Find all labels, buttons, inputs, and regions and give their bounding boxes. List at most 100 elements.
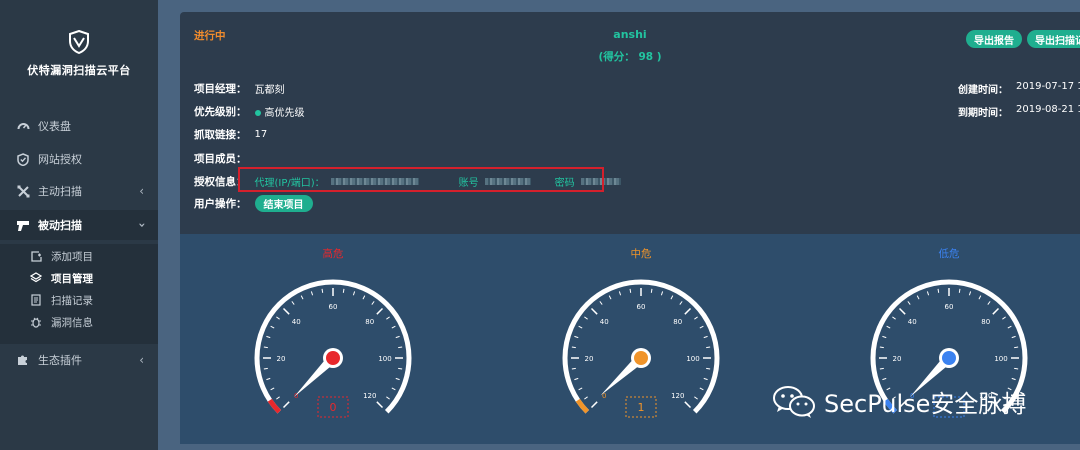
manager-value: 瓦都刻 [254,85,285,96]
members-row: 项目成员： [194,151,247,166]
gauge-title: 低危 [938,248,960,260]
end-project-button[interactable]: 结束项目 [254,195,313,212]
gauge-tick [395,335,400,339]
project-name: anshi [613,28,647,41]
watermark-text: SecPulse安全脉搏 [824,390,1027,418]
gauge-tick [584,316,588,320]
gauge-tick [584,396,588,400]
gauge-tick [276,316,280,320]
gauge-tick [276,396,280,400]
gauge-arc [254,279,412,414]
gauge-tick [578,387,583,391]
gauge-tick [571,367,576,370]
gauge-tick [892,316,896,320]
gauge-tick-label: 20 [585,355,594,363]
sidebar-item-passive-scan[interactable]: 被动扫描 ‹ [0,210,158,240]
gauge-tick-label: 100 [378,355,391,363]
gauge-tick [263,346,268,349]
gauge-tick [706,367,711,370]
links-label: 抓取链接： [194,129,247,141]
created-value: 2019-07-17 10:2 [1016,81,1080,92]
gauge-tick [1011,377,1016,381]
gauge-tick-label: 120 [363,392,376,400]
sidebar-item-active-scan[interactable]: 主动扫描 ‹ [0,176,158,206]
gauge-tick [574,335,579,339]
export-report-button[interactable]: 导出报告 [966,30,1022,48]
expire-label: 到期时间： [958,108,1008,119]
gauge-tick [291,301,295,305]
priority-label: 优先级别： [194,106,247,118]
gauge-tick [1007,325,1012,329]
gauge-tick [376,307,384,315]
gauge-tick [590,401,598,409]
gauge-tick [1014,346,1019,349]
gauge-hub-inner [634,351,648,365]
gauge-tick [398,367,403,370]
gauge-tick-label: 20 [277,355,286,363]
watermark: SecPulse安全脉搏 [772,384,1026,419]
gauge-tick-label: 40 [600,318,609,326]
add-icon [30,250,42,262]
gauge-tick [879,367,884,370]
created-row: 创建时间： 2019-07-17 10:2 [958,81,1080,96]
gauge-tick [699,325,704,329]
logo: 伏特漏洞扫描云平台 [0,30,158,78]
gauge-tick [898,307,906,315]
sidebar-item-plugins[interactable]: 生态插件 ‹ [0,345,158,375]
project-detail-panel: 进行中 anshi (得分： 98 ) 导出报告 导出扫描记 项目经理： 瓦都刻… [180,12,1080,234]
gauge-tick [300,295,304,300]
gauge-tick [926,291,930,296]
user-ops-row: 用户操作： 结束项目 [194,195,313,212]
sidebar-item-label: 主动扫描 [38,185,82,198]
brand-name: 伏特漏洞扫描云平台 [27,64,131,77]
gauge-tick-label: 120 [671,392,684,400]
gauge-tick [266,377,271,381]
gauge-tick-label: 80 [365,318,374,326]
gauge-tick [376,401,384,409]
sidebar-item-site-auth[interactable]: 网站授权 [0,144,158,174]
submenu-item-scan-records[interactable]: 扫描记录 [30,290,93,310]
gauge-hub-inner [942,351,956,365]
submenu-item-label: 扫描记录 [51,294,93,307]
gauge-title: 高危 [322,248,344,260]
sidebar: 伏特漏洞扫描云平台 仪表盘 网站授权 主动扫描 ‹ 被动扫描 ‹ 添加项目 项目… [0,0,158,450]
submenu-item-label: 漏洞信息 [51,316,93,329]
gauge-tick [703,335,708,339]
sidebar-item-dashboard[interactable]: 仪表盘 [0,111,158,141]
gauge-tick-label: 60 [637,303,646,311]
submenu-item-vuln-info[interactable]: 漏洞信息 [30,312,93,332]
submenu-item-add-project[interactable]: 添加项目 [30,246,93,266]
puzzle-icon [16,353,30,367]
gauge-tick [386,396,390,400]
shield-icon [16,152,30,166]
gauge-tick [571,346,576,349]
dashboard-icon [16,119,30,133]
priority-row: 优先级别： 高优先级 [194,104,305,119]
gauge-value: 0 [330,401,337,414]
gauge-tick [694,316,698,320]
gauge-title: 中危 [630,248,652,260]
gauge-tick [1002,316,1006,320]
gauge-tick [650,288,653,293]
gauge-tick [386,316,390,320]
gauge-tick [660,291,664,296]
submenu-item-project-management[interactable]: 项目管理 [30,268,93,288]
gauge-dial: 0 20 40 60 80 100 120 1 [562,279,720,418]
medium-risk-gauge: 中危 0 20 40 60 80 100 120 1 [556,246,726,426]
gauge-tick [618,291,622,296]
priority-text: 高优先级 [264,108,305,119]
export-scan-record-button[interactable]: 导出扫描记 [1027,30,1080,48]
gauge-tick [310,291,314,296]
gauge-hub-inner [326,351,340,365]
gauge-tick [882,377,887,381]
sidebar-item-label: 生态插件 [38,354,82,367]
gauge-tick [886,325,891,329]
gauge-tick [958,288,961,293]
gauge-tick [684,307,692,315]
gauge-tick [590,307,598,315]
gauge-tick [371,301,375,305]
gauge-tick [608,295,612,300]
manager-row: 项目经理： 瓦都刻 [194,81,285,96]
submenu-item-label: 添加项目 [51,250,93,263]
gauge-arc [562,279,720,414]
